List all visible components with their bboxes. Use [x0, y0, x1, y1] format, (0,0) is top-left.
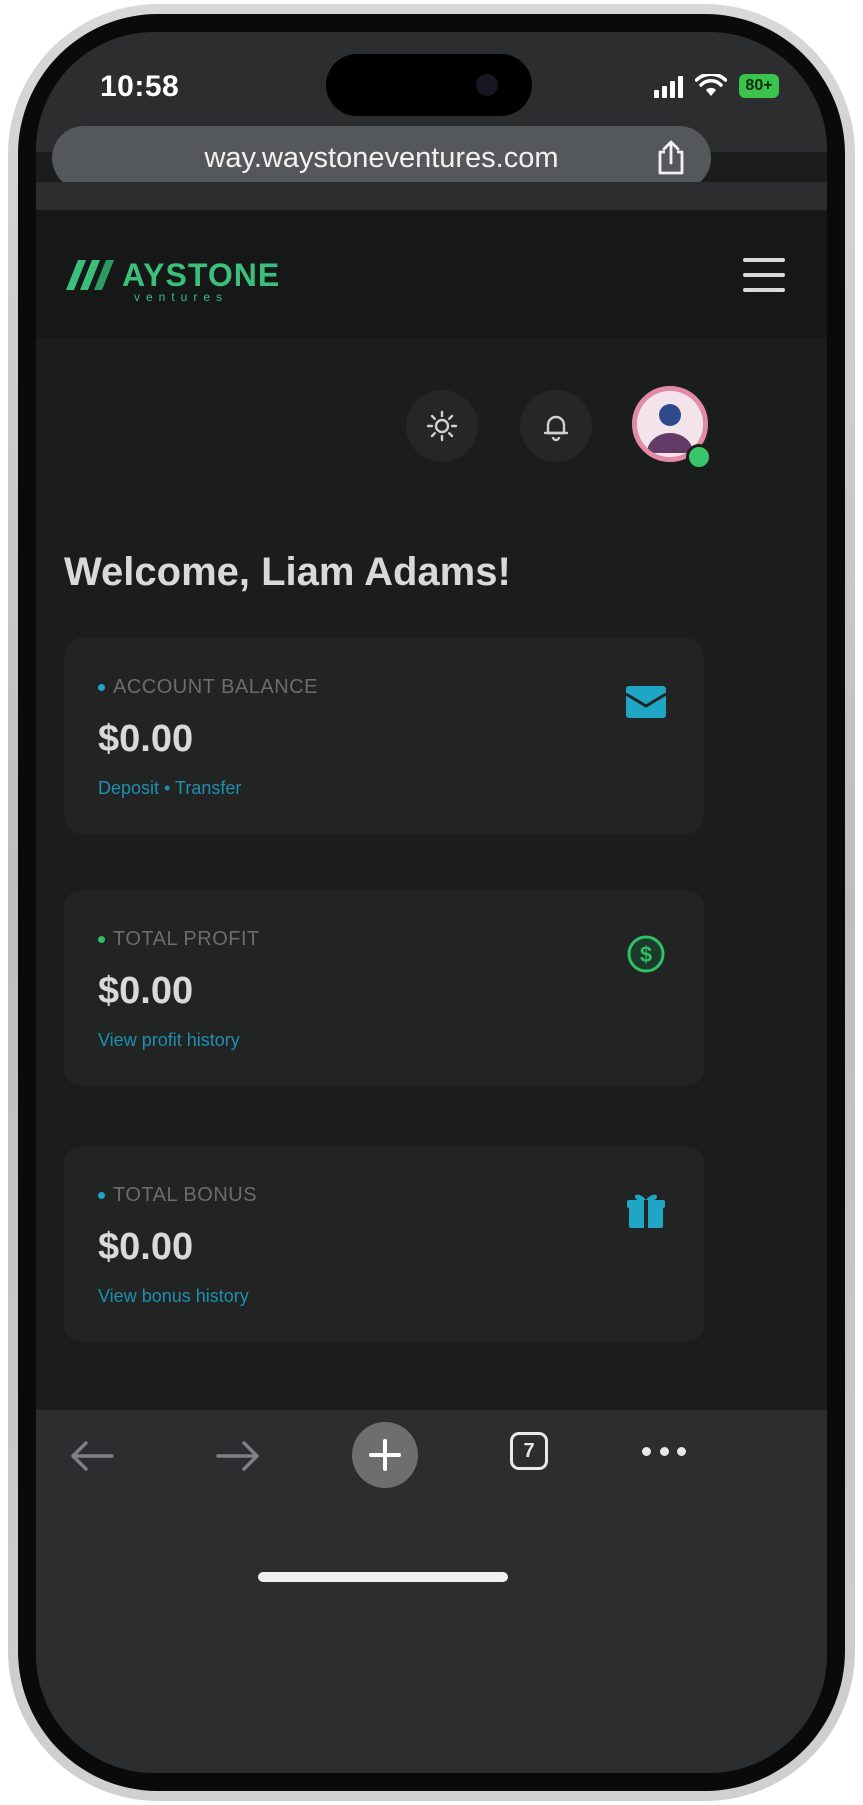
- card-label: TOTAL BONUS: [98, 1184, 257, 1207]
- card-label: TOTAL PROFIT: [98, 928, 260, 951]
- forward-arrow-icon[interactable]: [214, 1436, 262, 1476]
- battery-icon: 80+: [739, 74, 779, 98]
- logo-subtext: ventures: [134, 290, 229, 304]
- svg-text:$: $: [640, 942, 652, 967]
- url-bar[interactable]: way.waystoneventures.com: [52, 126, 711, 190]
- more-options-icon[interactable]: [642, 1444, 686, 1458]
- site-header: AYSTONE ventures: [36, 210, 827, 338]
- logo-mark-icon: [66, 260, 114, 290]
- deposit-transfer-link[interactable]: Deposit • Transfer: [98, 778, 241, 799]
- sun-icon: [426, 410, 458, 442]
- home-indicator[interactable]: [258, 1572, 508, 1582]
- total-bonus-card: TOTAL BONUS $0.00 View bonus history: [64, 1146, 704, 1342]
- total-profit-card: TOTAL PROFIT $0.00 View profit history $: [64, 890, 704, 1086]
- status-icons: 80+: [654, 74, 779, 98]
- tabs-count-button[interactable]: 7: [510, 1432, 548, 1470]
- account-balance-value: $0.00: [98, 718, 194, 760]
- theme-toggle-button[interactable]: [406, 390, 478, 462]
- total-profit-value: $0.00: [98, 970, 194, 1012]
- label-dot: [98, 936, 105, 943]
- share-icon[interactable]: [655, 140, 687, 176]
- total-bonus-value: $0.00: [98, 1226, 194, 1268]
- notifications-button[interactable]: [520, 390, 592, 462]
- browser-bottom-toolbar: [36, 1410, 827, 1773]
- total-profit-label: TOTAL PROFIT: [113, 928, 260, 950]
- wallet-icon: [625, 686, 667, 718]
- dynamic-island: [326, 54, 532, 116]
- bell-icon: [543, 415, 569, 442]
- browser-chrome: [36, 182, 827, 212]
- camera-icon: [476, 74, 498, 96]
- new-tab-button[interactable]: [352, 1422, 418, 1488]
- status-time: 10:58: [100, 70, 180, 103]
- wifi-icon: [695, 74, 727, 96]
- account-balance-card: ACCOUNT BALANCE $0.00 Deposit • Transfer: [64, 638, 704, 834]
- gift-icon: [627, 1194, 665, 1228]
- label-dot: [98, 1192, 105, 1199]
- online-status-indicator: [686, 444, 712, 470]
- view-profit-history-link[interactable]: View profit history: [98, 1030, 240, 1051]
- label-dot: [98, 684, 105, 691]
- card-label: ACCOUNT BALANCE: [98, 676, 318, 699]
- logo-text: AYSTONE: [122, 256, 281, 293]
- back-arrow-icon[interactable]: [68, 1436, 116, 1476]
- hamburger-icon[interactable]: [743, 258, 785, 292]
- url-text[interactable]: way.waystoneventures.com: [52, 126, 711, 190]
- signal-icon: [654, 76, 683, 98]
- account-balance-label: ACCOUNT BALANCE: [113, 676, 318, 698]
- total-bonus-label: TOTAL BONUS: [113, 1184, 258, 1206]
- phone-screen: 10:58 80+ way.waystoneventures.com AYSTO…: [36, 32, 827, 1773]
- dollar-icon: $: [627, 935, 665, 973]
- view-bonus-history-link[interactable]: View bonus history: [98, 1286, 249, 1307]
- plus-icon: [369, 1439, 401, 1471]
- welcome-heading: Welcome, Liam Adams!: [64, 550, 511, 594]
